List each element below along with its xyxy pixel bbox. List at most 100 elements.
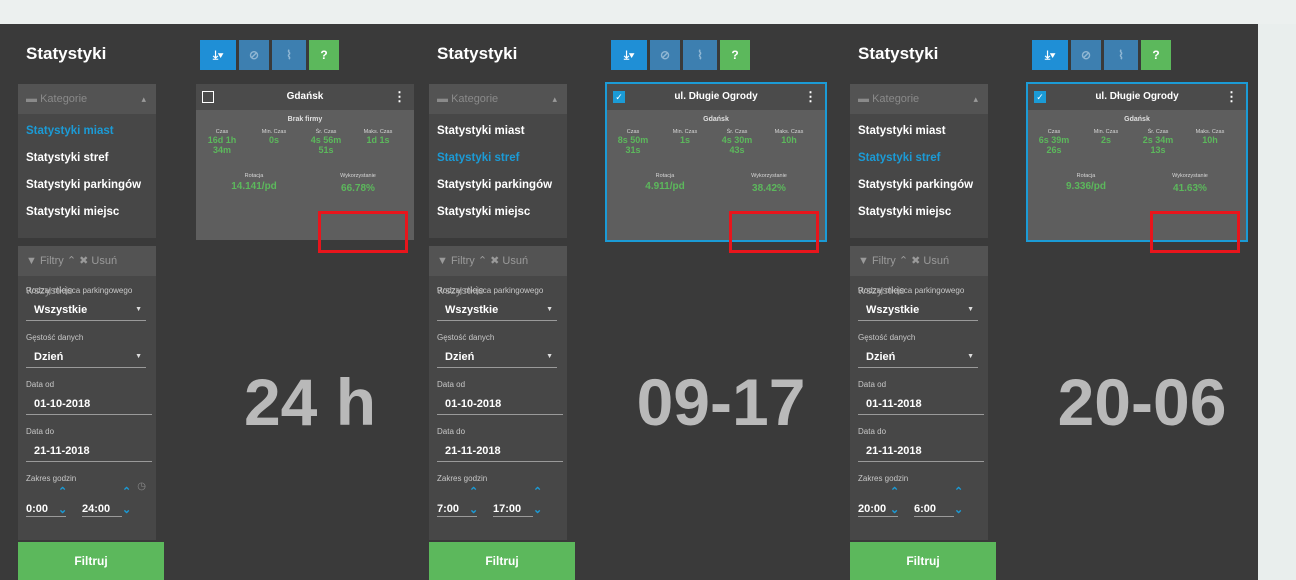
category-item[interactable]: Statystyki stref <box>850 145 988 172</box>
filters-panel: ▼ Filtry ⌃ ✖ Usuń wszystkie Rodzaj miejsc… <box>429 246 567 540</box>
help-button[interactable]: ? <box>1141 40 1171 70</box>
export-button[interactable]: ⤓▾ <box>611 40 647 70</box>
categories-list: Statystyki miast Statystyki stref Statysty… <box>18 114 156 226</box>
arrow-up-icon[interactable]: ⌃ <box>122 485 131 498</box>
arrow-down-icon[interactable]: ⌄ <box>469 503 478 516</box>
utilization-value: 38.42% <box>752 183 786 194</box>
categories-header[interactable]: ▬ Kategorie ▴ <box>850 84 988 114</box>
arrow-down-icon[interactable]: ⌄ <box>954 503 963 516</box>
filter-icon: ▼ <box>26 255 40 267</box>
density-select[interactable]: Dzień ▼ <box>26 346 146 368</box>
arrow-up-icon[interactable]: ⌃ <box>533 485 542 498</box>
density-select[interactable]: Dzień ▼ <box>858 346 978 368</box>
chevron-up-icon[interactable]: ▴ <box>141 84 146 114</box>
categories-list: Statystyki miast Statystyki stref Statysty… <box>429 114 567 226</box>
hour-to-input[interactable]: 24:00 <box>82 501 122 517</box>
category-item[interactable]: Statystyki parkingów <box>850 172 988 199</box>
clear-button[interactable]: ⊘ <box>1071 40 1101 70</box>
arrow-down-icon[interactable]: ⌄ <box>58 503 67 516</box>
folder-icon: ▬ <box>437 93 452 105</box>
arrow-up-icon[interactable]: ⌃ <box>890 485 899 498</box>
clear-all-icon[interactable]: ⌃ ✖ <box>64 255 92 267</box>
stat-item: Czas 16d 1h 34m <box>200 129 244 155</box>
chevron-up-icon[interactable]: ▴ <box>973 84 978 114</box>
category-item[interactable]: Statystyki miast <box>18 118 156 145</box>
card-stats: Czas 16d 1h 34m Min. Czas 0s Śr. Czas 4s 56m … <box>196 129 414 171</box>
page-title: Statystyki <box>437 44 518 63</box>
categories-panel: ▬ Kategorie ▴ Statystyki miast Statystyki s… <box>18 84 156 238</box>
category-item[interactable]: Statystyki miast <box>850 118 988 145</box>
utilization-label: Wykorzystanie <box>1172 173 1208 179</box>
kebab-menu-icon[interactable]: ⋮ <box>1225 84 1238 110</box>
arrow-down-icon[interactable]: ⌄ <box>122 503 131 516</box>
chart-button[interactable]: ⌇ <box>1104 40 1138 70</box>
date-to-input[interactable]: 21-11-2018 <box>437 440 563 462</box>
arrow-up-icon[interactable]: ⌃ <box>469 485 478 498</box>
clear-all-icon[interactable]: ⌃ ✖ <box>475 255 503 267</box>
date-from-label: Data od <box>437 380 466 389</box>
category-item[interactable]: Statystyki stref <box>18 145 156 172</box>
date-to-input[interactable]: 21-11-2018 <box>26 440 152 462</box>
chart-button[interactable]: ⌇ <box>683 40 717 70</box>
stat-item: Min. Czas 1s <box>663 129 707 145</box>
ban-icon: ⊘ <box>248 48 260 62</box>
categories-header[interactable]: ▬ Kategorie ▴ <box>18 84 156 114</box>
date-from-input[interactable]: 01-10-2018 <box>437 393 563 415</box>
chevron-up-icon[interactable]: ▴ <box>552 84 557 114</box>
filters-header: ▼ Filtry ⌃ ✖ Usuń wszystkie <box>850 246 988 297</box>
download-icon: ⤓▾ <box>623 48 635 62</box>
stat-value: 8s 50m 31s <box>617 135 649 155</box>
page-title: Statystyki <box>26 44 107 63</box>
utilization-label: Wykorzystanie <box>340 173 376 179</box>
clear-button[interactable]: ⊘ <box>650 40 680 70</box>
filters-header: ▼ Filtry ⌃ ✖ Usuń wszystkie <box>18 246 156 297</box>
date-to-input[interactable]: 21-11-2018 <box>858 440 984 462</box>
arrow-down-icon[interactable]: ⌄ <box>533 503 542 516</box>
category-item[interactable]: Statystyki parkingów <box>429 172 567 199</box>
date-from-input[interactable]: 01-10-2018 <box>26 393 152 415</box>
parking-type-select[interactable]: Wszystkie ▼ <box>858 299 978 321</box>
filter-button[interactable]: Filtruj <box>850 542 996 580</box>
arrow-up-icon[interactable]: ⌃ <box>58 485 67 498</box>
date-to-label: Data do <box>858 427 887 436</box>
help-button[interactable]: ? <box>720 40 750 70</box>
ban-icon: ⊘ <box>1080 48 1092 62</box>
stat-value: 4s 30m 43s <box>721 135 753 155</box>
category-item[interactable]: Statystyki parkingów <box>18 172 156 199</box>
category-item[interactable]: Statystyki miejsc <box>18 199 156 226</box>
arrow-down-icon[interactable]: ⌄ <box>890 503 899 516</box>
category-item[interactable]: Statystyki stref <box>429 145 567 172</box>
date-to-label: Data do <box>437 427 466 436</box>
category-item[interactable]: Statystyki miejsc <box>429 199 567 226</box>
kebab-menu-icon[interactable]: ⋮ <box>804 84 817 110</box>
export-button[interactable]: ⤓▾ <box>200 40 236 70</box>
parking-type-select[interactable]: Wszystkie ▼ <box>437 299 557 321</box>
hour-to-input[interactable]: 6:00 <box>914 501 954 517</box>
help-button[interactable]: ? <box>309 40 339 70</box>
filter-button[interactable]: Filtruj <box>429 542 575 580</box>
categories-header[interactable]: ▬ Kategorie ▴ <box>429 84 567 114</box>
export-button[interactable]: ⤓▾ <box>1032 40 1068 70</box>
parking-type-select[interactable]: Wszystkie ▼ <box>26 299 146 321</box>
hours-label: Zakres godzin <box>437 474 488 483</box>
filter-button[interactable]: Filtruj <box>18 542 164 580</box>
chart-button[interactable]: ⌇ <box>272 40 306 70</box>
hours-label: Zakres godzin <box>26 474 77 483</box>
category-item[interactable]: Statystyki miast <box>429 118 567 145</box>
kebab-menu-icon[interactable]: ⋮ <box>393 84 406 110</box>
chart-icon: ⌇ <box>697 48 703 62</box>
clear-button[interactable]: ⊘ <box>239 40 269 70</box>
card-stats: Czas 6s 39m 26s Min. Czas 2s Śr. Czas 2s 34m … <box>1028 129 1246 171</box>
stat-value: 16d 1h 34m <box>207 135 237 155</box>
density-select[interactable]: Dzień ▼ <box>437 346 557 368</box>
category-item[interactable]: Statystyki miejsc <box>850 199 988 226</box>
card-header: Gdańsk ⋮ <box>196 84 414 110</box>
categories-header-label: Kategorie <box>40 93 88 105</box>
filters-header: ▼ Filtry ⌃ ✖ Usuń wszystkie <box>429 246 567 297</box>
hour-to-input[interactable]: 17:00 <box>493 501 533 517</box>
arrow-up-icon[interactable]: ⌃ <box>954 485 963 498</box>
date-from-input[interactable]: 01-11-2018 <box>858 393 984 415</box>
rotation-label: Rotacja <box>244 173 264 179</box>
clear-all-icon[interactable]: ⌃ ✖ <box>896 255 924 267</box>
stat-value: 10h <box>1202 135 1218 145</box>
